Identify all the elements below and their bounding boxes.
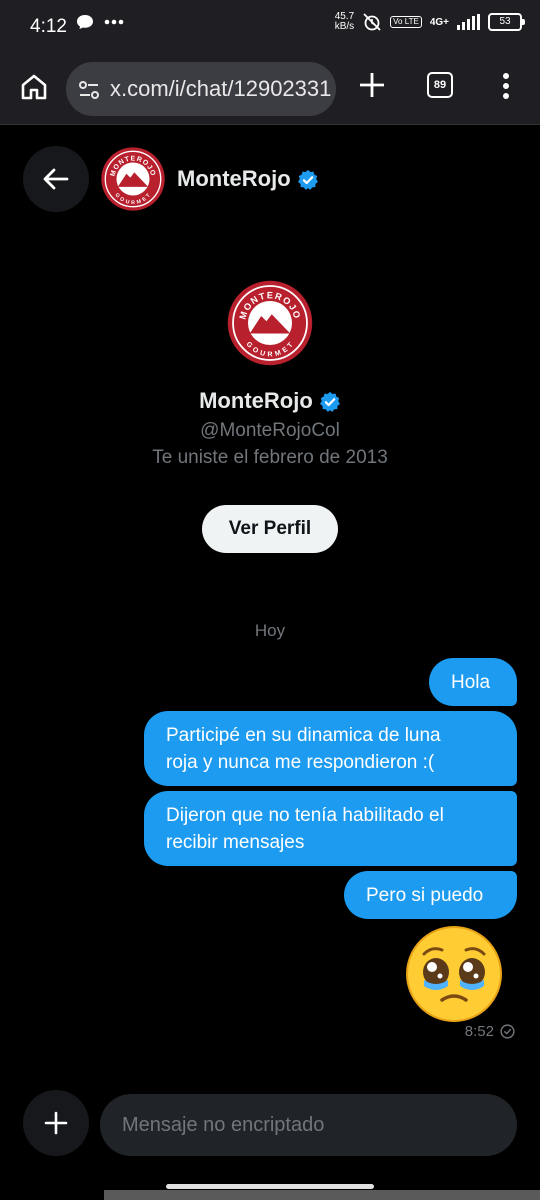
more-notifications-icon	[104, 19, 124, 25]
message-bubble[interactable]: Pero si puedo	[344, 871, 517, 919]
status-time: 4:12	[30, 16, 67, 37]
nav-bar	[104, 1190, 540, 1200]
volte-badge: Vo LTE	[390, 16, 422, 28]
new-tab-icon[interactable]	[355, 68, 389, 102]
verified-badge-icon	[319, 392, 340, 413]
sent-check-icon	[500, 1024, 515, 1039]
browser-toolbar: x.com/i/chat/12902331 89	[0, 56, 540, 125]
battery-level: 53	[499, 16, 511, 27]
battery-icon: 53	[488, 13, 525, 31]
more-options-icon[interactable]	[496, 70, 516, 102]
back-button[interactable]	[23, 146, 89, 212]
signal-strength-icon	[457, 14, 480, 30]
site-settings-icon[interactable]	[78, 79, 100, 101]
date-separator: Hoy	[254, 621, 286, 640]
alarm-off-icon	[363, 13, 381, 31]
status-bar: 4:12 45.7 kB/s Vo LTE 4G+ 53	[0, 0, 540, 56]
pleading-face-emoji-icon[interactable]	[404, 924, 504, 1024]
tab-switcher-button[interactable]: 89	[427, 72, 453, 98]
chat-title[interactable]: MonteRojo	[177, 166, 319, 192]
chat-notification-icon	[77, 15, 93, 29]
message-bubble[interactable]: Dijeron que no tenía habilitado el recib…	[144, 791, 517, 866]
add-attachment-button[interactable]	[23, 1090, 89, 1156]
profile-joined-date: Te uniste el febrero de 2013	[152, 447, 388, 468]
network-speed: 45.7 kB/s	[334, 11, 355, 32]
home-gesture-bar[interactable]	[166, 1184, 374, 1189]
network-type: 4G+	[429, 16, 449, 28]
view-profile-button[interactable]: Ver Perfil	[202, 505, 338, 553]
message-timestamp: 8:52	[465, 1023, 515, 1040]
arrow-left-icon	[43, 168, 69, 190]
message-bubble[interactable]: Hola	[429, 658, 517, 706]
home-icon[interactable]	[18, 71, 50, 103]
profile-avatar[interactable]: MONTEROJO GOURMET	[226, 279, 314, 367]
address-bar[interactable]: x.com/i/chat/12902331	[66, 62, 336, 116]
avatar[interactable]: MONTEROJO GOURMET	[100, 146, 166, 212]
url-text: x.com/i/chat/12902331	[110, 76, 332, 101]
profile-name: MonteRojo	[0, 388, 540, 414]
message-bubble[interactable]: Participé en su dinamica de luna roja y …	[144, 711, 517, 786]
verified-badge-icon	[297, 170, 318, 191]
plus-icon	[44, 1111, 68, 1135]
message-input[interactable]	[100, 1094, 517, 1156]
profile-handle: @MonteRojoCol	[200, 420, 340, 441]
